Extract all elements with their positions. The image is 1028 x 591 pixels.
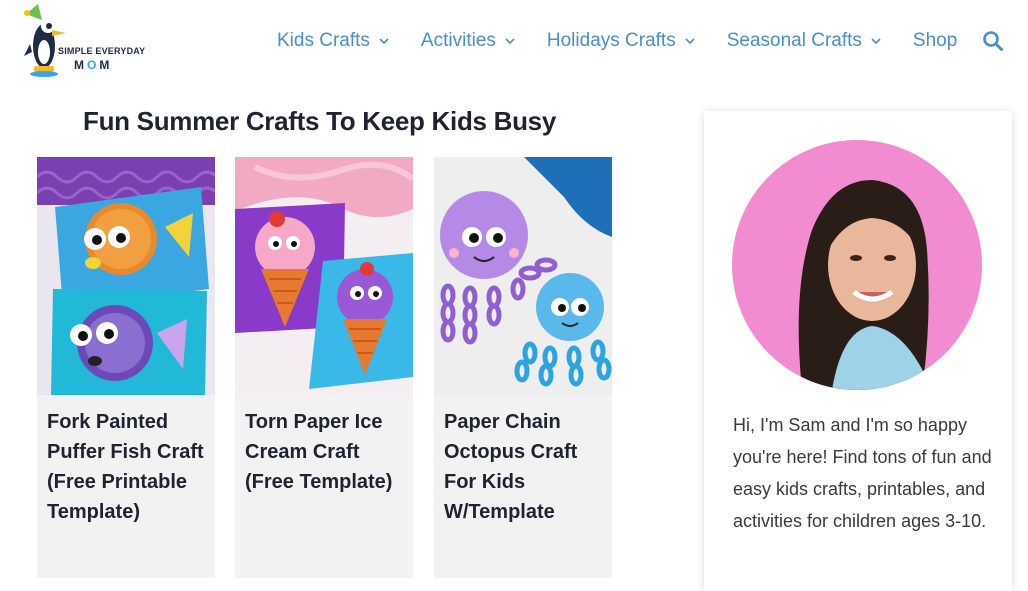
avatar bbox=[732, 140, 982, 390]
nav-kids-crafts[interactable]: Kids Crafts bbox=[277, 30, 390, 52]
card-ice-cream[interactable]: Torn Paper Ice Cream Craft (Free Templat… bbox=[235, 157, 413, 578]
card-puffer-fish[interactable]: Fork Painted Puffer Fish Craft (Free Pri… bbox=[37, 157, 215, 578]
card-title[interactable]: Torn Paper Ice Cream Craft (Free Templat… bbox=[235, 395, 413, 497]
nav-holidays-crafts[interactable]: Holidays Crafts bbox=[547, 30, 696, 52]
chevron-down-icon bbox=[379, 38, 389, 45]
site-logo[interactable]: SIMPLE EVERYDAY MOM bbox=[22, 4, 145, 80]
author-sidebar: Hi, I'm Sam and I'm so happy you're here… bbox=[704, 111, 1012, 591]
logo-text-line2: MOM bbox=[74, 58, 113, 72]
card-title[interactable]: Fork Painted Puffer Fish Craft (Free Pri… bbox=[37, 395, 215, 527]
nav-activities[interactable]: Activities bbox=[421, 30, 516, 52]
nav-shop[interactable]: Shop bbox=[913, 30, 957, 52]
nav-seasonal-crafts[interactable]: Seasonal Crafts bbox=[727, 30, 882, 52]
nav-label: Seasonal Crafts bbox=[726, 30, 862, 51]
octopus-craft-image[interactable] bbox=[434, 157, 612, 395]
author-photo bbox=[732, 140, 982, 390]
author-bio: Hi, I'm Sam and I'm so happy you're here… bbox=[733, 415, 992, 531]
main-nav: Kids Crafts Activities Holidays Crafts S… bbox=[277, 28, 957, 54]
nav-label: Activities bbox=[420, 30, 496, 51]
chevron-down-icon bbox=[685, 38, 695, 45]
nav-label: Holidays Crafts bbox=[546, 30, 676, 51]
section-title: Fun Summer Crafts To Keep Kids Busy bbox=[83, 106, 556, 136]
ice-cream-craft-image[interactable] bbox=[235, 157, 413, 395]
card-octopus[interactable]: Paper Chain Octopus Craft For Kids W/Tem… bbox=[434, 157, 612, 578]
chevron-down-icon bbox=[871, 38, 881, 45]
logo-text-line1: SIMPLE EVERYDAY bbox=[58, 46, 146, 56]
search-icon[interactable] bbox=[982, 30, 1004, 52]
nav-label: Shop bbox=[912, 30, 958, 51]
card-title[interactable]: Paper Chain Octopus Craft For Kids W/Tem… bbox=[434, 395, 612, 527]
puffer-fish-craft-image[interactable] bbox=[37, 157, 215, 395]
nav-label: Kids Crafts bbox=[277, 30, 370, 51]
chevron-down-icon bbox=[505, 38, 515, 45]
